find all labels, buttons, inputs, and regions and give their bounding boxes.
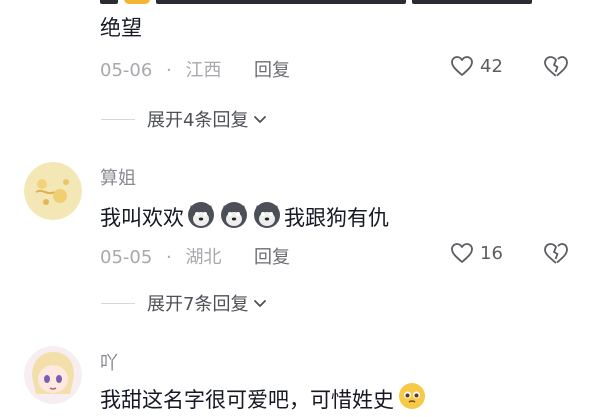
heart-icon [451,243,473,263]
comment-meta: 05-05 · 湖北 [100,243,222,269]
meta-separator: · [166,247,172,268]
like-button[interactable]: 16 [450,242,503,264]
comment-meta: 05-06 · 江西 [100,56,222,82]
expand-replies-label: 展开7条回复 [147,294,249,315]
username[interactable]: 吖 [100,349,118,375]
like-count: 16 [480,242,503,264]
expand-replies-button[interactable]: 展开7条回复 [101,290,270,316]
expand-divider-line [101,302,135,304]
reply-button[interactable]: 回复 [254,56,290,82]
expand-replies-button[interactable]: 展开4条回复 [101,106,270,132]
comment-date: 05-06 [100,60,153,81]
comment-location: 江西 [185,60,222,81]
reply-button[interactable]: 回复 [254,243,290,269]
avatar[interactable] [24,346,82,404]
like-count: 42 [480,55,503,77]
husky-dog-emoji-icon [186,199,282,236]
comment-text-part: 我跟狗有仇 [284,205,389,230]
comment-date: 05-05 [100,247,153,268]
comment-text-part: 我叫欢欢 [100,205,184,230]
chevron-down-icon [254,116,267,123]
broken-heart-icon [544,56,568,77]
meta-separator: · [166,60,172,81]
comment-text: 我叫欢欢 我跟狗有仇 [100,199,389,236]
broken-heart-icon [544,243,568,264]
expand-replies-label: 展开4条回复 [147,110,249,131]
avatar[interactable] [24,162,82,220]
heart-icon [451,56,473,76]
expand-divider-line [101,118,135,120]
comment-text: 绝望 [100,16,142,40]
like-button[interactable]: 42 [450,55,503,77]
dislike-button[interactable] [543,242,569,270]
dislike-button[interactable] [543,55,569,83]
comment-location: 湖北 [185,247,222,268]
cropped-text-line [100,0,555,6]
username[interactable]: 算姐 [100,164,136,190]
chevron-down-icon [254,300,267,307]
